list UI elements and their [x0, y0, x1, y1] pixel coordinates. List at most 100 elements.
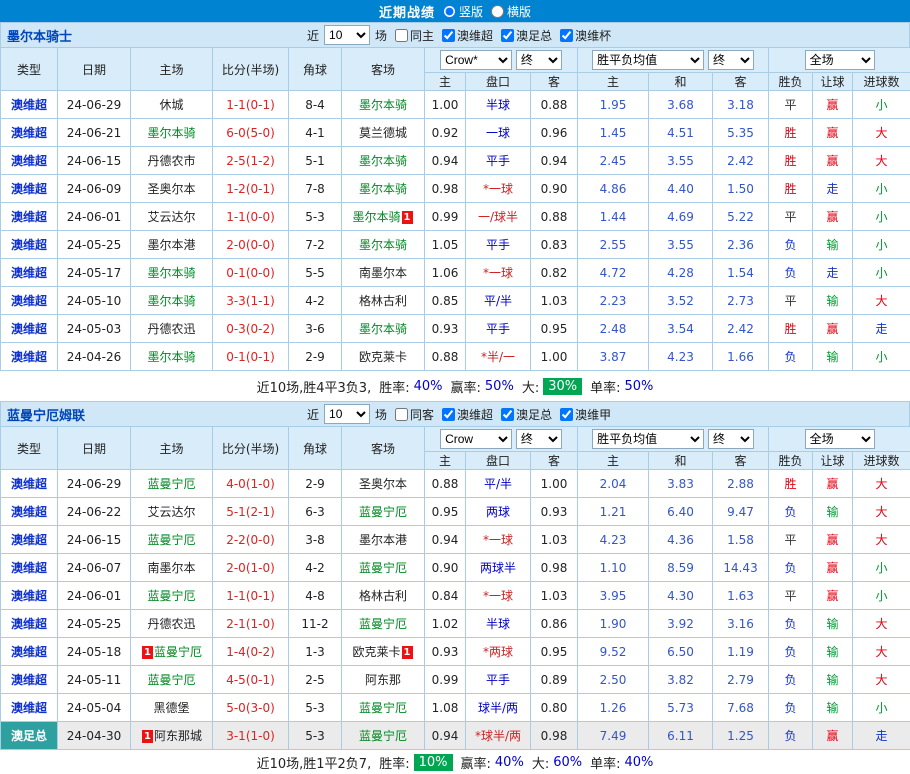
avg-away-odds-cell: 3.18 — [713, 91, 769, 119]
handicap-result-cell: 输 — [813, 287, 853, 315]
home-team-cell: 丹德农市 — [131, 147, 213, 175]
odds-final-select[interactable]: 终 — [516, 429, 562, 449]
match-row: 澳足总24-04-301阿东那城3-1(1-0)5-3蓝曼宁厄0.94*球半/两… — [1, 722, 910, 750]
col-handicap-home-odds: 主 — [425, 452, 466, 470]
score-cell: 2-0(0-0) — [213, 231, 289, 259]
handicap-home-odds-cell: 0.98 — [425, 175, 466, 203]
stat-value: 50% — [485, 379, 514, 394]
score-cell: 2-2(0-0) — [213, 526, 289, 554]
league-checkbox[interactable] — [442, 408, 455, 421]
league-filter-2[interactable]: 澳维杯 — [554, 27, 611, 44]
team-section-1: 墨尔本骑士 近 10 场 同主 澳维超 澳足总 澳维杯 类型 日期 主场 比分(… — [0, 22, 910, 401]
odds-final-select[interactable]: 终 — [516, 50, 562, 70]
same-venue-filter[interactable]: 同客 — [389, 406, 434, 423]
date-cell: 24-05-11 — [58, 666, 131, 694]
odds-company-select[interactable]: Crow — [440, 429, 512, 449]
horizontal-radio-label: 横版 — [507, 3, 531, 20]
match-row: 澳维超24-05-17墨尔本骑0-1(0-0)5-5南墨尔本1.06*一球0.8… — [1, 259, 910, 287]
team-label: 艾云达尔 — [147, 505, 195, 519]
stat-label: 胜率: — [379, 753, 409, 772]
team-name-link[interactable]: 蓝曼宁厄姆联 — [7, 405, 307, 424]
same-venue-checkbox[interactable] — [395, 29, 408, 42]
league-checkbox[interactable] — [560, 408, 573, 421]
avg-draw-odds-cell: 3.55 — [649, 231, 713, 259]
handicap-result-cell: 赢 — [813, 119, 853, 147]
handicap-home-odds-cell: 0.99 — [425, 203, 466, 231]
layout-horizontal-option[interactable]: 横版 — [491, 3, 531, 20]
col-avg-away: 客 — [713, 452, 769, 470]
score-cell: 2-1(1-0) — [213, 610, 289, 638]
result-cell: 胜 — [769, 470, 813, 498]
stat-label: 大: — [522, 377, 539, 396]
odds-company-group: Crow 终 — [425, 427, 578, 452]
team-label: 丹德农市 — [147, 154, 195, 168]
period-select[interactable]: 全场 — [805, 50, 875, 70]
result-cell: 负 — [769, 231, 813, 259]
section-header: 墨尔本骑士 近 10 场 同主 澳维超 澳足总 澳维杯 — [0, 22, 910, 47]
horizontal-radio[interactable] — [491, 5, 504, 18]
team-name-link[interactable]: 墨尔本骑士 — [7, 26, 307, 45]
stat-label: 赢率: — [451, 377, 481, 396]
team-label: 南墨尔本 — [147, 561, 195, 575]
odds-company-select[interactable]: Crow* — [440, 50, 512, 70]
same-venue-filter[interactable]: 同主 — [389, 27, 434, 44]
team-label: 墨尔本骑 — [147, 126, 195, 140]
match-row: 澳维超24-05-10墨尔本骑3-3(1-1)4-2格林古利0.85平/半1.0… — [1, 287, 910, 315]
result-cell: 负 — [769, 259, 813, 287]
league-checkbox[interactable] — [501, 408, 514, 421]
league-filter-0[interactable]: 澳维超 — [436, 406, 493, 423]
league-filter-1[interactable]: 澳足总 — [495, 27, 552, 44]
same-venue-checkbox[interactable] — [395, 408, 408, 421]
games-label: 场 — [375, 406, 387, 423]
stat-label: 大: — [532, 753, 549, 772]
matches-table: 类型 日期 主场 比分(半场) 角球 客场 Crow* 终 胜平负均值 终 全场 — [0, 47, 910, 371]
league-label: 澳维杯 — [575, 27, 611, 44]
avg-draw-odds-cell: 3.68 — [649, 91, 713, 119]
period-select[interactable]: 全场 — [805, 429, 875, 449]
avg-final-select[interactable]: 终 — [708, 50, 754, 70]
layout-vertical-option[interactable]: 竖版 — [443, 3, 483, 20]
league-checkbox[interactable] — [501, 29, 514, 42]
handicap-home-odds-cell: 1.08 — [425, 694, 466, 722]
team-label: 墨尔本骑 — [359, 98, 407, 112]
matches-table: 类型 日期 主场 比分(半场) 角球 客场 Crow 终 胜平负均值 终 全场 — [0, 426, 910, 750]
league-cell: 澳维超 — [1, 343, 58, 371]
avg-away-odds-cell: 1.63 — [713, 582, 769, 610]
period-group: 全场 — [769, 48, 910, 73]
handicap-home-odds-cell: 0.84 — [425, 582, 466, 610]
goals-result-cell: 小 — [853, 231, 910, 259]
avg-final-select[interactable]: 终 — [708, 429, 754, 449]
avg-draw-odds-cell: 4.23 — [649, 343, 713, 371]
goals-result-cell: 小 — [853, 175, 910, 203]
handicap-away-odds-cell: 1.00 — [531, 470, 578, 498]
avg-home-odds-cell: 1.21 — [578, 498, 649, 526]
league-cell: 澳维超 — [1, 315, 58, 343]
avg-odds-select[interactable]: 胜平负均值 — [592, 50, 704, 70]
home-team-cell: 墨尔本骑 — [131, 343, 213, 371]
date-cell: 24-05-18 — [58, 638, 131, 666]
result-cell: 平 — [769, 526, 813, 554]
avg-odds-select[interactable]: 胜平负均值 — [592, 429, 704, 449]
stat-label: 胜率: — [379, 377, 409, 396]
team-label: 墨尔本骑 — [147, 266, 195, 280]
summary-text: 近10场,胜1平2负7, — [257, 753, 372, 772]
league-cell: 澳维超 — [1, 470, 58, 498]
stat-label: 赢率: — [461, 753, 491, 772]
match-count-select[interactable]: 10 — [324, 25, 370, 45]
league-checkbox[interactable] — [560, 29, 573, 42]
vertical-radio[interactable] — [443, 5, 456, 18]
avg-home-odds-cell: 2.48 — [578, 315, 649, 343]
league-filter-2[interactable]: 澳维甲 — [554, 406, 611, 423]
home-team-cell: 蓝曼宁厄 — [131, 470, 213, 498]
team-label: 墨尔本港 — [147, 238, 195, 252]
home-team-cell: 1蓝曼宁厄 — [131, 638, 213, 666]
match-count-select[interactable]: 10 — [324, 404, 370, 424]
goals-result-cell: 小 — [853, 259, 910, 287]
league-checkbox[interactable] — [442, 29, 455, 42]
team-label: 黑德堡 — [153, 701, 189, 715]
handicap-result-cell: 走 — [813, 259, 853, 287]
league-filter-1[interactable]: 澳足总 — [495, 406, 552, 423]
league-filter-0[interactable]: 澳维超 — [436, 27, 493, 44]
col-handicap-result: 让球 — [813, 73, 853, 91]
team-label: 蓝曼宁厄 — [359, 729, 407, 743]
